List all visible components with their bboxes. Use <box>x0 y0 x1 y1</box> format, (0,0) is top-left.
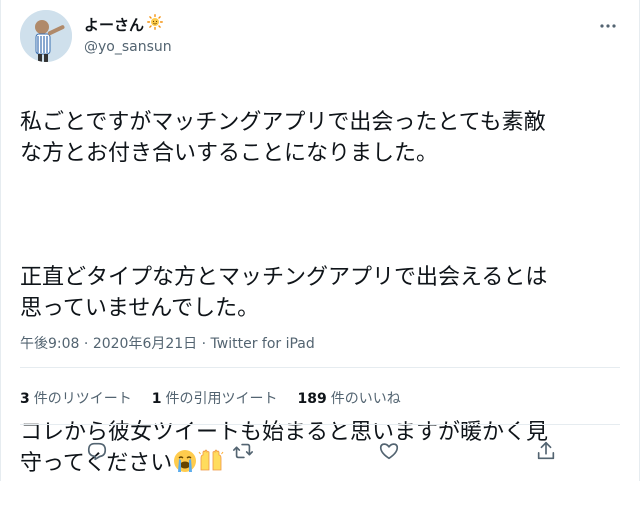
tweet-time[interactable]: 午後9:08 <box>20 336 79 352</box>
tweet-header: よーさん @yo_sansun <box>20 10 620 66</box>
tweet-meta: 午後9:08 · 2020年6月21日 · Twitter for iPad <box>20 333 315 353</box>
meta-separator-2: · <box>197 336 211 352</box>
stat-quotes[interactable]: 1 件の引用ツイート <box>152 388 278 408</box>
user-handle[interactable]: @yo_sansun <box>84 37 172 57</box>
like-icon[interactable] <box>374 436 404 466</box>
stat-retweets[interactable]: 3 件のリツイート <box>20 388 132 408</box>
retweets-label: 件のリツイート <box>33 391 132 407</box>
display-name-text: よーさん <box>84 15 145 34</box>
sun-emoji <box>147 14 163 35</box>
divider-bottom <box>20 424 620 425</box>
quotes-label: 件の引用ツイート <box>165 391 278 407</box>
user-names: よーさん @yo_sansun <box>84 14 172 57</box>
tweet-paragraph-1: 私ごとですがマッチングアプリで出会ったとても素敵 な方とお付き合いすることになり… <box>20 110 546 166</box>
stat-likes[interactable]: 189 件のいいね <box>298 388 401 408</box>
tweet-detail: よーさん @yo_sansun 私ごとですがマッチングアプリで出会ったとても素敵… <box>0 0 640 481</box>
meta-separator-1: · <box>79 336 93 352</box>
reply-icon[interactable] <box>82 436 112 466</box>
retweet-icon[interactable] <box>228 436 258 466</box>
tweet-source[interactable]: Twitter for iPad <box>211 336 315 352</box>
divider-top <box>20 367 620 368</box>
avatar[interactable] <box>20 10 72 62</box>
likes-count: 189 <box>297 391 327 407</box>
tweet-stats: 3 件のリツイート 1 件の引用ツイート 189 件のいいね <box>20 388 401 408</box>
more-icon[interactable] <box>596 16 620 36</box>
quotes-count: 1 <box>151 391 162 407</box>
tweet-actions <box>20 436 620 466</box>
likes-label: 件のいいね <box>330 391 401 407</box>
left-border <box>0 0 1 481</box>
retweets-count: 3 <box>20 391 30 407</box>
tweet-paragraph-2: 正直どタイプな方とマッチングアプリで出会えるとは 思っていませんでした。 <box>20 265 548 321</box>
share-icon[interactable] <box>531 436 561 466</box>
tweet-date[interactable]: 2020年6月21日 <box>93 336 197 352</box>
display-name[interactable]: よーさん <box>84 14 172 35</box>
